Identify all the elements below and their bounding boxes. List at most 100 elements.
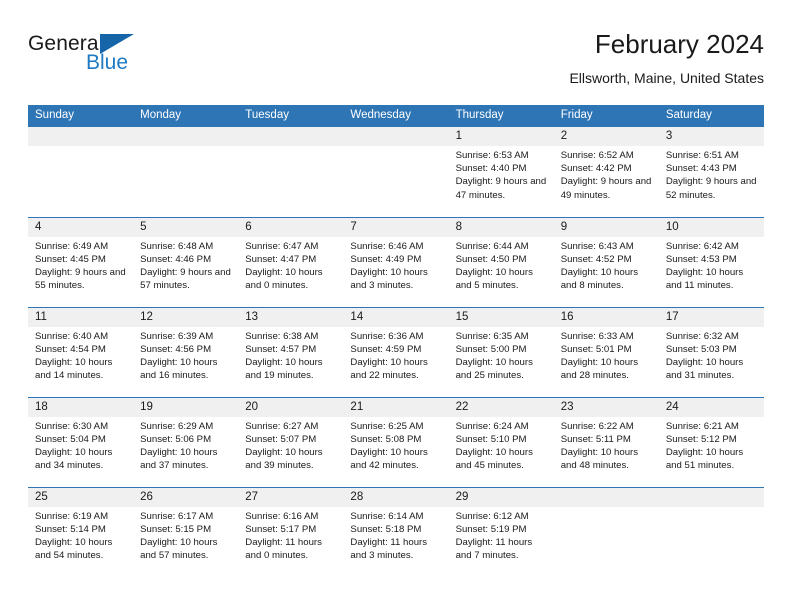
calendar-day-cell-empty <box>133 127 239 217</box>
calendar-week-row: 4 Sunrise: 6:49 AM Sunset: 4:45 PM Daylight… <box>28 216 764 307</box>
calendar-day-cell[interactable]: 22 Sunrise: 6:24 AM Sunset: 5:10 PM Dayligh… <box>448 396 554 487</box>
day-number: 29 <box>448 487 554 507</box>
sunrise-text: Sunrise: 6:21 AM <box>665 420 739 432</box>
weekday-header-saturday: Saturday <box>658 105 764 127</box>
daylight-text: Daylight: 10 hours and 8 minutes. <box>560 266 639 292</box>
day-cell-inner: 18 Sunrise: 6:30 AM Sunset: 5:04 PM Dayligh… <box>28 397 134 486</box>
sunrise-text: Sunrise: 6:46 AM <box>350 240 424 252</box>
day-cell-inner: 26 Sunrise: 6:17 AM Sunset: 5:15 PM Dayligh… <box>133 487 239 576</box>
daylight-text: Daylight: 10 hours and 31 minutes. <box>665 356 744 382</box>
calendar-day-cell[interactable]: 24 Sunrise: 6:21 AM Sunset: 5:12 PM Dayligh… <box>658 396 764 487</box>
day-details: Sunrise: 6:32 AM Sunset: 5:03 PM Daylight:… <box>659 327 764 383</box>
sunrise-text: Sunrise: 6:48 AM <box>140 240 214 252</box>
day-cell-inner: 1 Sunrise: 6:53 AM Sunset: 4:40 PM Daylight… <box>448 127 554 215</box>
sunset-text: Sunset: 5:06 PM <box>140 433 212 445</box>
sunset-text: Sunset: 5:07 PM <box>245 433 317 445</box>
day-details: Sunrise: 6:36 AM Sunset: 4:59 PM Daylight:… <box>343 327 448 383</box>
day-number <box>133 127 239 146</box>
calendar-day-cell[interactable]: 9 Sunrise: 6:43 AM Sunset: 4:52 PM Daylight… <box>553 216 659 307</box>
day-number: 8 <box>448 217 554 237</box>
page-header: General Blue February 2024 Ellsworth, Ma… <box>28 28 764 98</box>
calendar-day-cell[interactable]: 5 Sunrise: 6:48 AM Sunset: 4:46 PM Daylight… <box>133 216 239 307</box>
day-cell-inner: 3 Sunrise: 6:51 AM Sunset: 4:43 PM Daylight… <box>658 127 764 215</box>
day-details: Sunrise: 6:29 AM Sunset: 5:06 PM Daylight:… <box>133 417 238 473</box>
calendar-day-cell[interactable]: 20 Sunrise: 6:27 AM Sunset: 5:07 PM Dayligh… <box>238 396 344 487</box>
day-number: 24 <box>658 397 764 417</box>
day-details: Sunrise: 6:22 AM Sunset: 5:11 PM Daylight:… <box>554 417 659 473</box>
day-cell-inner: 20 Sunrise: 6:27 AM Sunset: 5:07 PM Dayligh… <box>238 397 344 486</box>
sunset-text: Sunset: 5:10 PM <box>455 433 527 445</box>
calendar-day-cell[interactable]: 2 Sunrise: 6:52 AM Sunset: 4:42 PM Daylight… <box>553 127 659 217</box>
day-number: 6 <box>238 217 344 237</box>
day-details: Sunrise: 6:30 AM Sunset: 5:04 PM Daylight:… <box>28 417 133 473</box>
calendar-day-cell[interactable]: 18 Sunrise: 6:30 AM Sunset: 5:04 PM Dayligh… <box>28 396 134 487</box>
calendar-day-cell[interactable]: 3 Sunrise: 6:51 AM Sunset: 4:43 PM Daylight… <box>658 127 764 217</box>
day-cell-inner: 8 Sunrise: 6:44 AM Sunset: 4:50 PM Daylight… <box>448 217 554 306</box>
day-cell-inner <box>28 127 134 215</box>
day-details: Sunrise: 6:51 AM Sunset: 4:43 PM Daylight:… <box>659 146 764 202</box>
day-number: 25 <box>28 487 134 507</box>
sunset-text: Sunset: 5:18 PM <box>350 523 422 535</box>
day-cell-inner <box>238 127 344 215</box>
daylight-text: Daylight: 11 hours and 0 minutes. <box>245 536 322 562</box>
sunset-text: Sunset: 4:40 PM <box>455 163 527 175</box>
calendar-day-cell[interactable]: 4 Sunrise: 6:49 AM Sunset: 4:45 PM Daylight… <box>28 216 134 307</box>
calendar-page: General Blue February 2024 Ellsworth, Ma… <box>0 0 792 612</box>
calendar-day-cell[interactable]: 27 Sunrise: 6:16 AM Sunset: 5:17 PM Dayligh… <box>238 486 344 577</box>
general-blue-logo[interactable]: General Blue <box>28 32 228 90</box>
daylight-text: Daylight: 10 hours and 48 minutes. <box>560 446 639 472</box>
calendar-day-cell[interactable]: 21 Sunrise: 6:25 AM Sunset: 5:08 PM Dayligh… <box>343 396 449 487</box>
calendar-day-cell-empty <box>343 127 449 217</box>
calendar-day-cell[interactable]: 12 Sunrise: 6:39 AM Sunset: 4:56 PM Dayligh… <box>133 306 239 397</box>
sunset-text: Sunset: 4:49 PM <box>350 253 422 265</box>
sunrise-text: Sunrise: 6:38 AM <box>245 330 319 342</box>
calendar-day-cell[interactable]: 16 Sunrise: 6:33 AM Sunset: 5:01 PM Dayligh… <box>553 306 659 397</box>
daylight-text: Daylight: 10 hours and 0 minutes. <box>245 266 323 292</box>
calendar-day-cell[interactable]: 11 Sunrise: 6:40 AM Sunset: 4:54 PM Dayligh… <box>28 306 134 397</box>
day-details: Sunrise: 6:16 AM Sunset: 5:17 PM Daylight:… <box>238 507 343 563</box>
sunset-text: Sunset: 4:56 PM <box>140 343 212 355</box>
day-number: 1 <box>448 127 554 146</box>
calendar-day-cell[interactable]: 29 Sunrise: 6:12 AM Sunset: 5:19 PM Dayligh… <box>448 486 554 577</box>
day-number <box>28 127 134 146</box>
sunrise-text: Sunrise: 6:24 AM <box>455 420 529 432</box>
sunrise-text: Sunrise: 6:19 AM <box>35 510 109 522</box>
daylight-text: Daylight: 10 hours and 5 minutes. <box>455 266 533 292</box>
calendar-day-cell[interactable]: 6 Sunrise: 6:47 AM Sunset: 4:47 PM Daylight… <box>238 216 344 307</box>
sunrise-text: Sunrise: 6:47 AM <box>245 240 319 252</box>
calendar-day-cell[interactable]: 19 Sunrise: 6:29 AM Sunset: 5:06 PM Dayligh… <box>133 396 239 487</box>
title-block: February 2024 Ellsworth, Maine, United S… <box>569 28 764 88</box>
day-cell-inner: 12 Sunrise: 6:39 AM Sunset: 4:56 PM Dayligh… <box>133 307 239 396</box>
day-details: Sunrise: 6:47 AM Sunset: 4:47 PM Daylight:… <box>238 237 343 293</box>
location-subtitle: Ellsworth, Maine, United States <box>569 70 764 86</box>
day-details: Sunrise: 6:12 AM Sunset: 5:19 PM Daylight:… <box>449 507 554 563</box>
calendar-day-cell[interactable]: 15 Sunrise: 6:35 AM Sunset: 5:00 PM Dayligh… <box>448 306 554 397</box>
calendar-day-cell[interactable]: 26 Sunrise: 6:17 AM Sunset: 5:15 PM Dayligh… <box>133 486 239 577</box>
day-details: Sunrise: 6:25 AM Sunset: 5:08 PM Daylight:… <box>343 417 448 473</box>
day-number: 9 <box>553 217 659 237</box>
calendar-day-cell[interactable]: 28 Sunrise: 6:14 AM Sunset: 5:18 PM Dayligh… <box>343 486 449 577</box>
sunrise-text: Sunrise: 6:33 AM <box>560 330 634 342</box>
calendar-day-cell[interactable]: 17 Sunrise: 6:32 AM Sunset: 5:03 PM Dayligh… <box>658 306 764 397</box>
day-details: Sunrise: 6:39 AM Sunset: 4:56 PM Daylight:… <box>133 327 238 383</box>
sunrise-text: Sunrise: 6:39 AM <box>140 330 214 342</box>
sunset-text: Sunset: 5:11 PM <box>560 433 631 445</box>
calendar-day-cell[interactable]: 23 Sunrise: 6:22 AM Sunset: 5:11 PM Dayligh… <box>553 396 659 487</box>
calendar-day-cell[interactable]: 10 Sunrise: 6:42 AM Sunset: 4:53 PM Dayligh… <box>658 216 764 307</box>
daylight-text: Daylight: 10 hours and 54 minutes. <box>35 536 113 562</box>
calendar-day-cell[interactable]: 7 Sunrise: 6:46 AM Sunset: 4:49 PM Daylight… <box>343 216 449 307</box>
day-details: Sunrise: 6:27 AM Sunset: 5:07 PM Daylight:… <box>238 417 343 473</box>
daylight-text: Daylight: 10 hours and 22 minutes. <box>350 356 428 382</box>
calendar-day-cell[interactable]: 25 Sunrise: 6:19 AM Sunset: 5:14 PM Dayligh… <box>28 486 134 577</box>
calendar-day-cell[interactable]: 8 Sunrise: 6:44 AM Sunset: 4:50 PM Daylight… <box>448 216 554 307</box>
sunrise-text: Sunrise: 6:42 AM <box>665 240 739 252</box>
sunset-text: Sunset: 5:04 PM <box>35 433 106 445</box>
calendar-day-cell[interactable]: 1 Sunrise: 6:53 AM Sunset: 4:40 PM Daylight… <box>448 127 554 217</box>
day-cell-inner: 21 Sunrise: 6:25 AM Sunset: 5:08 PM Dayligh… <box>343 397 449 486</box>
calendar-day-cell[interactable]: 13 Sunrise: 6:38 AM Sunset: 4:57 PM Dayligh… <box>238 306 344 397</box>
calendar-day-cell[interactable]: 14 Sunrise: 6:36 AM Sunset: 4:59 PM Dayligh… <box>343 306 449 397</box>
sunset-text: Sunset: 4:46 PM <box>140 253 212 265</box>
daylight-text: Daylight: 9 hours and 49 minutes. <box>560 176 652 201</box>
day-cell-inner <box>343 127 449 215</box>
day-number <box>553 487 659 507</box>
